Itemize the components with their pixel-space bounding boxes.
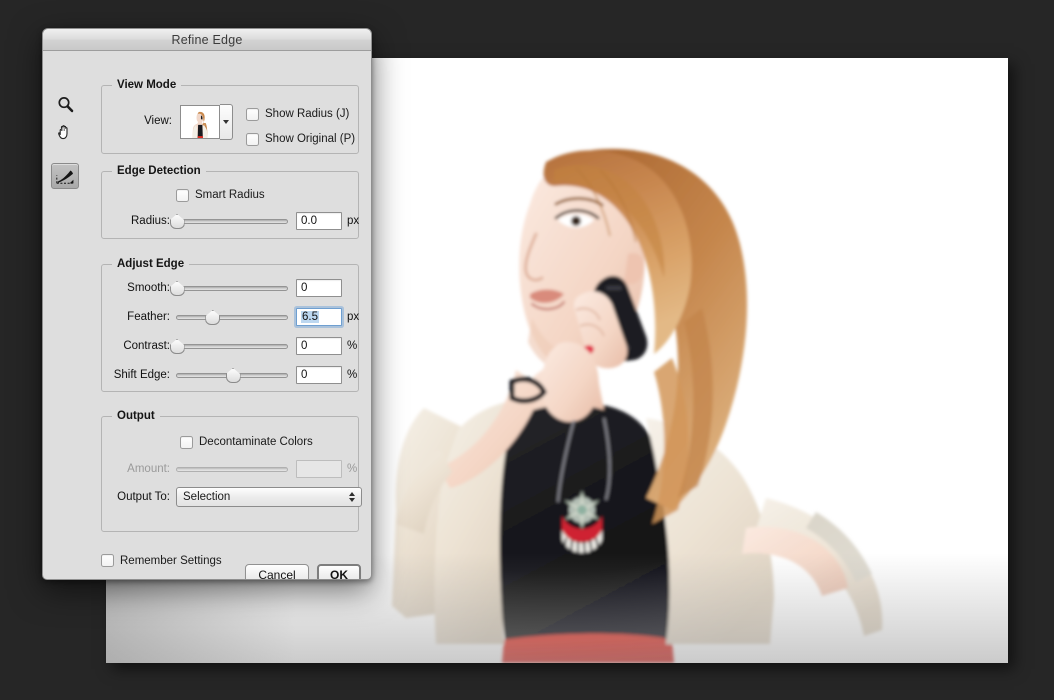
show-radius-row[interactable]: Show Radius (J) — [246, 105, 349, 123]
dialog-title: Refine Edge — [171, 32, 243, 47]
smooth-slider-thumb[interactable] — [170, 281, 183, 294]
view-label: View: — [144, 115, 172, 127]
chevron-down-icon — [223, 120, 229, 124]
dialog-toolstrip — [43, 51, 95, 579]
radius-slider-thumb[interactable] — [170, 214, 183, 227]
contrast-row: Contrast: 0 % — [108, 337, 357, 355]
amount-input — [296, 460, 342, 478]
view-mode-dropdown-arrow[interactable] — [220, 104, 233, 140]
smart-radius-checkbox[interactable] — [176, 188, 189, 202]
smooth-row: Smooth: 0 — [108, 279, 342, 297]
decontaminate-colors-row[interactable]: Decontaminate Colors — [180, 433, 313, 451]
dialog-body: View Mode View: Show Radius (J) Show Ori… — [43, 51, 371, 579]
adjust-edge-group: Adjust Edge Smooth: 0 Feather: 6.5 px Co… — [101, 258, 359, 392]
refine-edge-dialog: Refine Edge View Mode View: Show Radius … — [42, 28, 372, 580]
shift-edge-label: Shift Edge: — [113, 369, 170, 381]
smart-radius-label: Smart Radius — [195, 189, 265, 201]
magnifier-icon — [57, 96, 73, 112]
adjust-edge-legend: Adjust Edge — [112, 258, 190, 270]
view-preview-thumbnail[interactable] — [180, 105, 220, 139]
feather-slider-track[interactable] — [176, 315, 288, 320]
output-to-label: Output To: — [117, 491, 170, 503]
contrast-slider-thumb[interactable] — [170, 339, 183, 352]
amount-row: Amount: % — [108, 460, 357, 478]
edge-detection-legend: Edge Detection — [112, 165, 206, 177]
ok-button[interactable]: OK — [317, 564, 361, 579]
remember-settings-checkbox[interactable] — [101, 554, 114, 567]
radius-slider[interactable] — [176, 214, 288, 228]
remember-settings-label: Remember Settings — [120, 554, 222, 567]
show-radius-checkbox[interactable] — [246, 107, 259, 121]
show-original-label: Show Original (P) — [265, 133, 356, 145]
hand-icon — [58, 125, 68, 140]
output-legend: Output — [112, 410, 160, 422]
output-to-value: Selection — [183, 491, 231, 503]
view-mode-picker[interactable] — [180, 104, 233, 140]
show-original-checkbox[interactable] — [246, 132, 259, 146]
photoshop-workspace: Refine Edge View Mode View: Show Radius … — [0, 0, 1054, 700]
output-group: Output Decontaminate Colors Amount: % Ou… — [101, 410, 362, 532]
view-mode-legend: View Mode — [112, 79, 182, 91]
amount-slider — [176, 462, 288, 476]
radius-unit: px — [347, 215, 360, 227]
feather-row: Feather: 6.5 px — [108, 308, 359, 326]
zoom-tool-button[interactable] — [51, 91, 79, 117]
contrast-slider[interactable] — [176, 339, 288, 353]
shift-edge-input[interactable]: 0 — [296, 366, 342, 384]
smart-radius-row[interactable]: Smart Radius — [176, 186, 265, 204]
shift-edge-unit: % — [347, 369, 358, 381]
show-radius-label: Show Radius (J) — [265, 108, 350, 120]
remember-settings-row[interactable]: Remember Settings — [101, 554, 222, 567]
dialog-titlebar[interactable]: Refine Edge — [43, 29, 371, 51]
feather-slider-thumb[interactable] — [205, 310, 218, 323]
amount-slider-track — [176, 467, 288, 472]
shift-edge-slider[interactable] — [176, 368, 288, 382]
contrast-unit: % — [347, 340, 358, 352]
smooth-input[interactable]: 0 — [296, 279, 342, 297]
radius-label: Radius: — [131, 215, 170, 227]
show-original-row[interactable]: Show Original (P) — [246, 130, 355, 148]
decontaminate-colors-label: Decontaminate Colors — [199, 436, 313, 448]
feather-slider[interactable] — [176, 310, 288, 324]
feather-label: Feather: — [127, 311, 170, 323]
smooth-slider[interactable] — [176, 281, 288, 295]
shift-edge-slider-thumb[interactable] — [226, 368, 239, 381]
smooth-label: Smooth: — [127, 282, 170, 294]
view-mode-group: View Mode View: Show Radius (J) Show Ori… — [101, 79, 359, 154]
feather-input[interactable]: 6.5 — [296, 308, 342, 326]
smooth-slider-track[interactable] — [176, 286, 288, 291]
feather-unit: px — [347, 311, 360, 323]
updown-chevron-icon — [349, 492, 355, 502]
contrast-input[interactable]: 0 — [296, 337, 342, 355]
amount-unit: % — [347, 463, 358, 475]
cancel-button[interactable]: Cancel — [245, 564, 309, 579]
edge-detection-group: Edge Detection Smart Radius Radius: 0.0 … — [101, 165, 359, 239]
refine-brush-icon — [56, 170, 74, 184]
radius-row: Radius: 0.0 px — [108, 212, 359, 230]
output-to-row: Output To: Selection — [108, 487, 362, 507]
contrast-label: Contrast: — [123, 340, 170, 352]
decontaminate-colors-checkbox[interactable] — [180, 435, 193, 449]
refine-radius-tool-button[interactable] — [51, 163, 79, 189]
amount-label: Amount: — [127, 463, 170, 475]
radius-input[interactable]: 0.0 — [296, 212, 342, 230]
shift-edge-row: Shift Edge: 0 % — [108, 366, 357, 384]
hand-tool-button[interactable] — [51, 119, 79, 145]
radius-slider-track[interactable] — [176, 219, 288, 224]
output-to-select[interactable]: Selection — [176, 487, 362, 507]
contrast-slider-track[interactable] — [176, 344, 288, 349]
